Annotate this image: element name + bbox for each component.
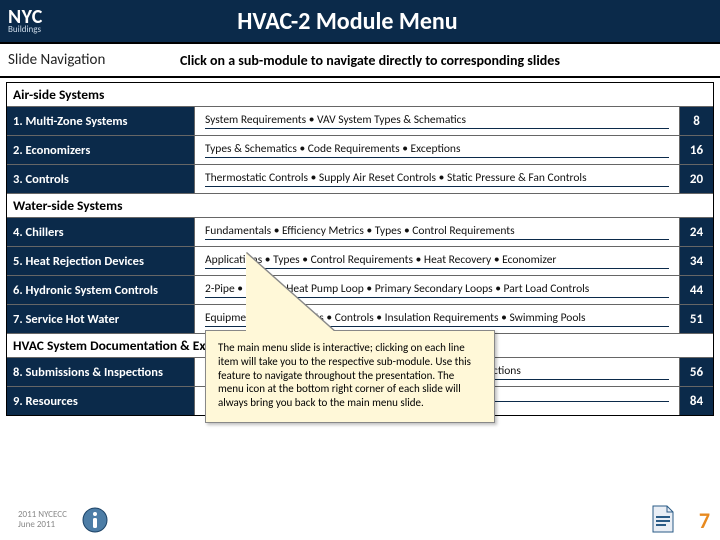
page-number: 7 — [699, 507, 710, 534]
footer-bar: 2011 NYCECC June 2011 7 — [0, 500, 720, 540]
callout-pointer-icon — [246, 253, 336, 333]
help-callout: The main menu slide is interactive; clic… — [205, 330, 495, 423]
module-desc: Fundamentals • Efficiency Metrics • Type… — [195, 218, 679, 246]
module-page: 51 — [679, 305, 713, 333]
module-page: 84 — [679, 387, 713, 415]
nyc-logo: NYC Buildings — [8, 8, 43, 34]
module-name: 3. Controls — [7, 165, 195, 193]
sub-header: Slide Navigation Click on a sub-module t… — [0, 44, 720, 78]
category-air-side: Air-side Systems — [7, 83, 713, 106]
page-title: HVAC-2 Module Menu — [43, 7, 652, 36]
module-name: 5. Heat Rejection Devices — [7, 247, 195, 275]
footer-label: 2011 NYCECC June 2011 — [18, 510, 67, 530]
footer-label-line2: June 2011 — [18, 520, 67, 530]
module-row-1[interactable]: 1. Multi-Zone Systems System Requirement… — [7, 106, 713, 135]
module-page: 20 — [679, 165, 713, 193]
info-icon[interactable] — [81, 506, 109, 534]
module-desc: Thermostatic Controls • Supply Air Reset… — [195, 165, 679, 193]
module-page: 8 — [679, 107, 713, 135]
module-name: 9. Resources — [7, 387, 195, 415]
module-row-5[interactable]: 5. Heat Rejection Devices Applications •… — [7, 246, 713, 275]
module-row-6[interactable]: 6. Hydronic System Controls 2-Pipe • 3-P… — [7, 275, 713, 304]
header-bar: NYC Buildings HVAC-2 Module Menu — [0, 0, 720, 42]
module-name: 1. Multi-Zone Systems — [7, 107, 195, 135]
module-name: 7. Service Hot Water — [7, 305, 195, 333]
module-name: 4. Chillers — [7, 218, 195, 246]
module-row-2[interactable]: 2. Economizers Types & Schematics • Code… — [7, 135, 713, 164]
module-page: 44 — [679, 276, 713, 304]
callout-text: The main menu slide is interactive; clic… — [206, 331, 494, 422]
subhead-instruction: Click on a sub-module to navigate direct… — [180, 52, 720, 69]
module-name: 2. Economizers — [7, 136, 195, 164]
category-water-side: Water-side Systems — [7, 193, 713, 217]
module-row-4[interactable]: 4. Chillers Fundamentals • Efficiency Me… — [7, 217, 713, 246]
module-desc: System Requirements • VAV System Types &… — [195, 107, 679, 135]
module-name: 8. Submissions & Inspections — [7, 358, 195, 386]
module-name: 6. Hydronic System Controls — [7, 276, 195, 304]
module-page: 34 — [679, 247, 713, 275]
logo-sub-text: Buildings — [8, 26, 43, 34]
module-row-7[interactable]: 7. Service Hot Water Equipment Requireme… — [7, 304, 713, 333]
module-page: 56 — [679, 358, 713, 386]
module-desc: Types & Schematics • Code Requirements •… — [195, 136, 679, 164]
module-page: 16 — [679, 136, 713, 164]
menu-document-icon[interactable] — [650, 504, 676, 534]
module-page: 24 — [679, 218, 713, 246]
module-row-3[interactable]: 3. Controls Thermostatic Controls • Supp… — [7, 164, 713, 193]
subhead-left-label: Slide Navigation — [0, 51, 180, 69]
